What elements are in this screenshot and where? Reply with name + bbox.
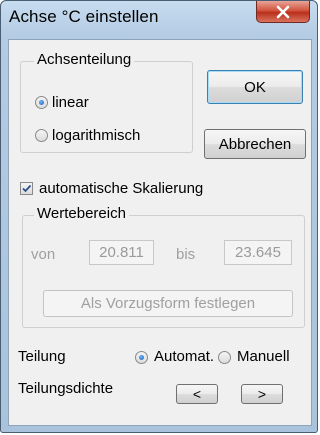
radio-linear[interactable]	[35, 96, 48, 109]
set-preferred-button[interactable]: Als Vorzugsform festlegen	[43, 290, 293, 317]
axis-division-legend: Achsenteilung	[34, 51, 135, 68]
radio-division-manual[interactable]	[218, 351, 231, 364]
cancel-button[interactable]: Abbrechen	[204, 129, 306, 159]
close-button[interactable]	[256, 1, 310, 23]
auto-scale-label: automatische Skalierung	[39, 180, 204, 197]
density-increase-button[interactable]: >	[241, 384, 283, 404]
dialog-client-area: Achsenteilung linear logarithmisch OK Ab…	[8, 39, 312, 426]
radio-division-auto-label: Automat.	[154, 348, 215, 365]
value-range-legend: Wertebereich	[34, 205, 129, 222]
radio-division-auto[interactable]	[135, 351, 148, 364]
auto-scale-checkbox[interactable]	[20, 182, 33, 195]
close-icon	[276, 5, 290, 18]
to-label: bis	[176, 246, 196, 263]
division-density-label: Teilungsdichte	[18, 380, 114, 397]
division-label: Teilung	[18, 348, 66, 365]
density-decrease-button[interactable]: <	[176, 384, 218, 404]
dialog-window: Achse °C einstellen Achsenteilung linear…	[0, 0, 318, 433]
to-value-field[interactable]: 23.645	[224, 240, 292, 265]
from-value-field[interactable]: 20.811	[89, 240, 154, 265]
from-label: von	[31, 246, 56, 263]
radio-linear-label: linear	[52, 94, 89, 111]
radio-logarithmic-label: logarithmisch	[52, 127, 141, 144]
window-title: Achse °C einstellen	[9, 7, 159, 26]
ok-button[interactable]: OK	[207, 70, 303, 104]
radio-division-manual-label: Manuell	[237, 348, 290, 365]
radio-logarithmic[interactable]	[35, 129, 48, 142]
checkmark-icon	[22, 184, 32, 193]
